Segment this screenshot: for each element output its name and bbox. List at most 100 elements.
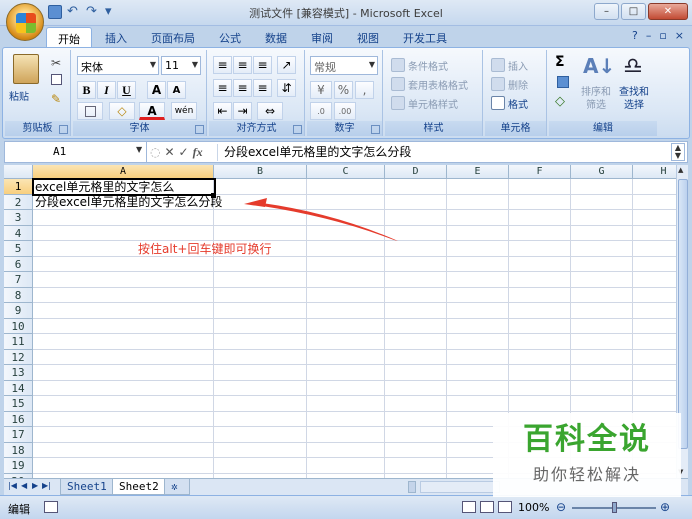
tab-review[interactable]: 审阅	[300, 27, 344, 47]
align-center-button[interactable]: ≡	[233, 79, 252, 97]
tab-insert[interactable]: 插入	[94, 27, 138, 47]
underline-button[interactable]: U	[117, 81, 136, 99]
zoom-slider-thumb[interactable]	[612, 502, 617, 513]
zoom-level[interactable]: 100%	[518, 501, 549, 514]
align-left-button[interactable]: ≡	[213, 79, 232, 97]
shrink-font-button[interactable]: A	[167, 81, 186, 99]
paste-icon[interactable]	[13, 54, 39, 84]
increase-indent-button[interactable]: ⇥	[233, 102, 252, 120]
cell-styles-button[interactable]: 单元格样式	[391, 94, 458, 112]
align-right-button[interactable]: ≡	[253, 79, 272, 97]
insert-cells-button[interactable]: 插入	[491, 56, 528, 74]
formula-content[interactable]: 分段excel单元格里的文字怎么分段	[217, 144, 662, 161]
minimize-button[interactable]: –	[594, 3, 619, 20]
tab-home[interactable]: 开始	[46, 27, 92, 47]
align-bottom-button[interactable]: ≡	[253, 56, 272, 74]
office-button[interactable]	[6, 3, 44, 41]
decrease-decimal-button[interactable]: .00	[334, 102, 356, 120]
tab-formulas[interactable]: 公式	[208, 27, 252, 47]
borders-icon	[84, 106, 96, 117]
fill-color-button[interactable]: ◇	[109, 102, 135, 120]
format-as-table-button[interactable]: 套用表格格式	[391, 75, 468, 93]
expand-formula-bar-icon[interactable]: ▲ ▼	[671, 143, 685, 161]
grow-font-button[interactable]: A	[147, 81, 166, 99]
sheet-tab-sheet1[interactable]: Sheet1	[60, 479, 114, 495]
conditional-formatting-button[interactable]: 条件格式	[391, 56, 448, 74]
styles-label: 样式	[385, 121, 482, 136]
editing-label: 编辑	[549, 121, 657, 136]
alignment-dialog-launcher[interactable]	[293, 125, 302, 134]
help-icon[interactable]: ?	[632, 29, 638, 42]
italic-button[interactable]: I	[97, 81, 116, 99]
number-format-select[interactable]: 常规 ▼	[310, 56, 378, 75]
tab-page-layout[interactable]: 页面布局	[140, 27, 206, 47]
font-size-select[interactable]: 11 ▼	[161, 56, 201, 75]
name-box[interactable]: A1	[5, 142, 147, 162]
copy-icon[interactable]	[51, 74, 62, 85]
cancel-entry-icon[interactable]: ✕	[164, 145, 174, 159]
tab-view[interactable]: 视图	[346, 27, 390, 47]
align-top-button[interactable]: ≡	[213, 56, 232, 74]
font-size-value: 11	[165, 59, 179, 72]
insert-function-icon[interactable]: fx	[193, 145, 203, 160]
bold-button[interactable]: B	[77, 81, 96, 99]
insert-sheet-icon[interactable]: ✲	[164, 479, 190, 495]
tab-split-handle[interactable]	[408, 481, 416, 493]
autosum-button[interactable]: Σ	[555, 54, 565, 70]
font-color-button[interactable]: A	[139, 102, 165, 120]
normal-view-icon[interactable]	[462, 501, 476, 513]
merge-center-button[interactable]: ⇔	[257, 102, 283, 120]
clipboard-dialog-launcher[interactable]	[59, 125, 68, 134]
find-select-label[interactable]: 查找和 选择	[619, 86, 649, 112]
maximize-button[interactable]: □	[621, 3, 646, 20]
workbook-minimize-icon[interactable]: –	[646, 29, 652, 42]
align-middle-button[interactable]: ≡	[233, 56, 252, 74]
delete-cells-button[interactable]: 删除	[491, 75, 528, 93]
increase-decimal-button[interactable]: .0	[310, 102, 332, 120]
next-sheet-icon[interactable]: ▶	[32, 481, 38, 490]
wrap-text-button[interactable]: ⇵	[277, 79, 296, 97]
enter-entry-icon[interactable]: ✓	[179, 145, 189, 159]
fill-icon[interactable]	[557, 76, 569, 88]
expand-icon[interactable]: ◌	[150, 145, 160, 159]
clear-icon[interactable]: ◇	[555, 94, 565, 109]
currency-button[interactable]: ¥	[310, 81, 332, 99]
sort-filter-icon[interactable]: A↓	[583, 54, 615, 78]
workbook-restore-icon[interactable]: ▫	[659, 29, 666, 42]
workbook-close-icon[interactable]: ×	[675, 29, 684, 42]
page-layout-view-icon[interactable]	[480, 501, 494, 513]
borders-button[interactable]	[77, 102, 103, 120]
page-break-view-icon[interactable]	[498, 501, 512, 513]
phonetic-button[interactable]: wén	[171, 102, 197, 120]
name-box-dropdown-icon[interactable]: ▼	[136, 145, 142, 154]
macro-record-icon[interactable]	[44, 501, 58, 513]
watermark-title: 百科全说	[523, 422, 651, 457]
sort-filter-label[interactable]: 排序和 筛选	[581, 86, 611, 112]
prev-sheet-icon[interactable]: ◀	[21, 481, 27, 490]
font-dialog-launcher[interactable]	[195, 125, 204, 134]
horizontal-scrollbar[interactable]	[420, 481, 500, 493]
paste-button[interactable]: 粘贴	[9, 88, 29, 103]
cut-icon[interactable]: ✂	[51, 56, 61, 70]
format-painter-icon[interactable]: ✎	[51, 92, 61, 106]
format-cells-button[interactable]: 格式	[491, 94, 528, 112]
last-sheet-icon[interactable]: ▶|	[42, 481, 51, 490]
number-dialog-launcher[interactable]	[371, 125, 380, 134]
orientation-button[interactable]: ↗	[277, 56, 296, 74]
scroll-up-icon[interactable]: ▲	[678, 166, 683, 174]
percent-button[interactable]: %	[334, 81, 353, 99]
close-button[interactable]: ✕	[648, 3, 688, 20]
arrow-shaft	[262, 203, 398, 241]
find-select-icon[interactable]: ♎	[623, 54, 643, 79]
decrease-indent-button[interactable]: ⇤	[213, 102, 232, 120]
group-editing: Σ ◇ A↓ 排序和 筛选 ♎ 查找和 选择 编辑	[549, 50, 657, 136]
tab-data[interactable]: 数据	[254, 27, 298, 47]
first-sheet-icon[interactable]: |◀	[8, 481, 17, 490]
sheet-tab-sheet2[interactable]: Sheet2	[112, 479, 166, 495]
font-name-select[interactable]: 宋体 ▼	[77, 56, 159, 75]
zoom-in-icon[interactable]: ⊕	[660, 500, 670, 514]
zoom-out-icon[interactable]: ⊖	[556, 500, 566, 514]
vertical-scroll-thumb[interactable]	[678, 179, 688, 449]
tab-developer[interactable]: 开发工具	[392, 27, 458, 47]
comma-button[interactable]: ,	[355, 81, 374, 99]
